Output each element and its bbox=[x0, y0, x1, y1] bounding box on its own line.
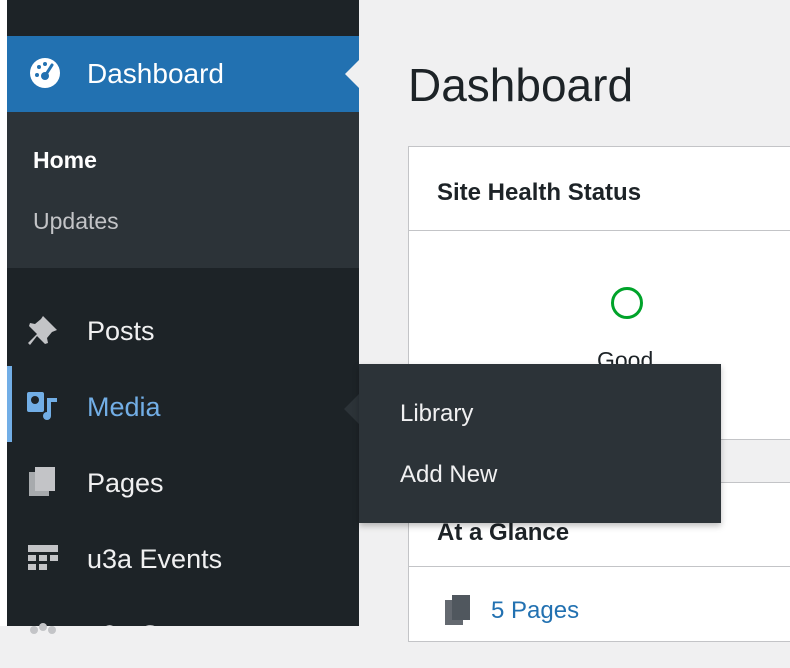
sidebar-item-label: Pages bbox=[87, 468, 164, 498]
submenu-item-updates[interactable]: Updates bbox=[33, 208, 119, 235]
sidebar-item-label: u3a Groups bbox=[87, 620, 229, 650]
flyout-item-add-new[interactable]: Add New bbox=[400, 461, 497, 489]
flyout-pointer bbox=[344, 393, 360, 425]
widget-header: Site Health Status bbox=[409, 147, 790, 231]
sidebar-item-posts[interactable]: Posts bbox=[7, 298, 359, 364]
sidebar-item-media[interactable]: Media bbox=[7, 374, 359, 440]
current-page-pointer bbox=[345, 59, 360, 89]
sidebar-item-dashboard[interactable]: Dashboard bbox=[7, 36, 359, 112]
health-status-icon bbox=[611, 287, 643, 319]
pin-icon bbox=[28, 316, 57, 345]
events-icon bbox=[28, 545, 58, 570]
groups-icon bbox=[30, 623, 56, 634]
sidebar-item-label: u3a Events bbox=[87, 544, 223, 574]
sidebar-item-label: Dashboard bbox=[87, 58, 224, 89]
pages-count-link[interactable]: 5 Pages bbox=[491, 597, 579, 625]
media-flyout-menu: Library Add New bbox=[359, 364, 721, 523]
widget-title[interactable]: At a Glance bbox=[437, 519, 569, 547]
sidebar-top bbox=[7, 0, 359, 36]
sidebar-item-pages[interactable]: Pages bbox=[7, 450, 359, 516]
page-title: Dashboard bbox=[408, 59, 634, 111]
dashboard-submenu bbox=[7, 112, 359, 268]
dashboard-icon bbox=[30, 58, 60, 88]
sidebar-item-label: Media bbox=[87, 392, 161, 422]
flyout-item-library[interactable]: Library bbox=[400, 400, 473, 428]
submenu-item-home[interactable]: Home bbox=[33, 147, 97, 174]
widget-title[interactable]: Site Health Status bbox=[437, 179, 641, 207]
media-icon bbox=[27, 392, 57, 420]
pages-icon bbox=[445, 595, 470, 625]
window-edge bbox=[0, 0, 7, 626]
sidebar-item-label: Posts bbox=[87, 316, 155, 346]
sidebar-item-u3a-events[interactable]: u3a Events bbox=[7, 526, 359, 592]
admin-sidebar: Dashboard Home Updates Posts Media Pages bbox=[7, 0, 360, 650]
sidebar-item-u3a-groups[interactable]: u3a Groups bbox=[7, 602, 359, 668]
pages-icon bbox=[29, 467, 55, 496]
